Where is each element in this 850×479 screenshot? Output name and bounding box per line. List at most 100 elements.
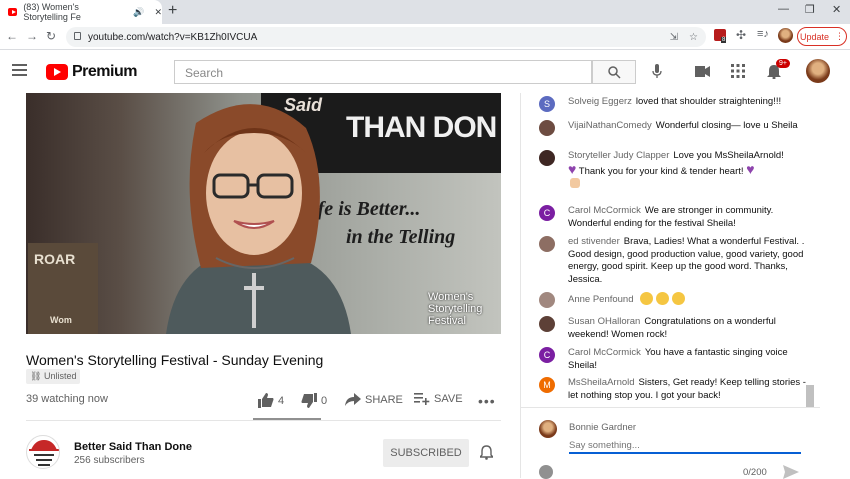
chat-avatar[interactable] [539,150,555,166]
channel-name[interactable]: Better Said Than Done [74,441,192,453]
share-button[interactable]: SHARE [345,393,403,406]
minimize-button[interactable]: — [778,3,789,15]
chat-author[interactable]: Solveig Eggerz [568,96,632,107]
share-arrow-icon [345,393,361,406]
chat-scrollbar-thumb[interactable] [806,385,814,407]
save-label: SAVE [434,393,463,405]
save-button[interactable]: SAVE [414,393,463,405]
microphone-icon[interactable] [652,64,662,79]
like-button[interactable]: 4 [258,393,284,408]
logo-text: Premium [72,63,137,80]
send-icon[interactable] [783,465,799,479]
create-video-icon[interactable] [695,66,710,77]
youtube-logo[interactable]: Premium [46,63,137,81]
chat-text: Wonderful closing— love u Sheila [655,120,798,131]
smiling-emoji-icon [656,292,670,305]
chat-avatar[interactable] [539,316,555,332]
profile-avatar[interactable] [778,28,793,43]
chat-message: Anne Penfound [539,292,807,308]
update-label: Update [799,31,830,42]
dislike-button[interactable]: 0 [301,393,327,408]
subscribed-button[interactable]: SUBSCRIBED [383,439,469,467]
search-button[interactable] [592,60,636,84]
search-input[interactable]: Search [174,60,592,84]
bookmark-star-icon[interactable]: ☆ [689,32,698,43]
browser-toolbar: ← → ↻ youtube.com/watch?v=KB1Zh0IVCUA ⇲ … [0,24,850,50]
install-icon[interactable]: ⇲ [670,32,678,43]
media-control-icon[interactable]: ≡♪ [757,28,769,40]
chat-avatar[interactable] [539,120,555,136]
viewer-count: 39 watching now [26,393,108,405]
update-button[interactable]: Update ⋮ [797,27,847,46]
watermark-line: Storytelling [428,303,483,315]
close-window-button[interactable]: ✕ [832,3,841,16]
chat-author[interactable]: VijaiNathanComedy [568,120,652,131]
chat-input-area: Bonnie Gardner 0/200 [520,407,820,479]
chat-text: Love you MsSheilaArnold! [673,150,784,161]
tab-audio-icon[interactable]: 🔊 [133,7,144,18]
forward-arrow-icon[interactable]: → [26,29,38,43]
back-arrow-icon[interactable]: ← [6,29,18,43]
chat-avatar[interactable] [539,292,555,308]
reload-icon[interactable]: ↻ [46,29,56,43]
chat-text: Thank you for your kind & tender heart! [578,165,744,177]
chat-avatar[interactable] [539,236,555,252]
like-count: 4 [278,394,285,407]
chat-message: S Solveig Eggerz loved that shoulder stra… [539,96,807,112]
chat-author[interactable]: Anne Penfound [568,294,634,305]
watermark-line: Women's [428,291,474,303]
address-bar[interactable]: youtube.com/watch?v=KB1Zh0IVCUA ⇲ ☆ [66,27,706,47]
more-menu-icon: ⋮ [835,31,845,41]
lock-icon [74,32,81,40]
chat-author[interactable]: Susan OHalloran [568,316,640,327]
apps-grid-icon[interactable] [731,64,745,78]
presenter-figure [166,104,351,334]
channel-avatar[interactable] [26,435,60,469]
restore-button[interactable]: ❐ [805,3,815,16]
chat-avatar[interactable]: S [539,96,555,112]
smiling-emoji-icon [640,292,654,305]
youtube-favicon-icon [8,8,18,16]
section-divider [26,420,501,421]
chat-avatar[interactable]: C [539,347,555,363]
user-avatar[interactable] [806,59,830,83]
youtube-play-icon [46,64,68,80]
chat-author[interactable]: Carol McCormick [568,205,641,216]
new-tab-button[interactable]: + [168,2,177,20]
share-label: SHARE [365,393,403,406]
tab-title: (83) Women's Storytelling Fe [23,2,81,22]
extension-badge: 8 [721,37,727,43]
chat-text: loved that shoulder straightening!!! [635,96,782,107]
more-actions-button[interactable]: ••• [478,393,496,409]
chat-author[interactable]: Carol McCormick [568,347,641,358]
more-dots-icon: ••• [478,393,496,409]
unlisted-label: Unlisted [43,371,77,381]
tab-close-icon[interactable]: ✕ [154,7,162,18]
chat-message-input[interactable] [569,438,801,454]
link-icon: ⛓ [30,371,42,381]
chat-avatar[interactable]: M [539,377,555,393]
search-icon [607,65,621,79]
purple-heart-icon: ♥ [568,160,577,177]
chat-author[interactable]: Storyteller Judy Clapper [568,150,669,161]
thumbs-up-icon [258,393,274,408]
browser-tab[interactable]: (83) Women's Storytelling Fe 🔊 ✕ [0,0,162,24]
chat-author[interactable]: ed stivender [568,236,620,247]
subscribed-label: SUBSCRIBED [390,447,462,459]
puzzle-icon[interactable]: ✣ [736,28,746,42]
hamburger-menu-icon[interactable] [12,64,27,79]
subscriber-count: 256 subscribers [74,455,145,466]
chat-user-avatar [539,420,557,438]
chat-author[interactable]: MsSheilaArnold [568,377,635,388]
chat-message: VijaiNathanComedy Wonderful closing— love… [539,120,807,136]
char-count: 0/200 [743,467,767,478]
emoji-picker-icon[interactable] [539,465,553,479]
video-player[interactable]: Said THAN DON e Life is Better... in the… [26,93,501,334]
smiling-emoji-icon [672,292,686,305]
festival-watermark: Women's Storytelling Festival [428,291,482,327]
url-text: youtube.com/watch?v=KB1Zh0IVCUA [88,31,258,43]
chat-avatar[interactable]: C [539,205,555,221]
unlisted-badge: ⛓ Unlisted [26,369,81,384]
channel-bell-icon[interactable] [480,445,493,460]
chat-message: ed stivender Brava, Ladies! What a wonder… [539,236,807,286]
